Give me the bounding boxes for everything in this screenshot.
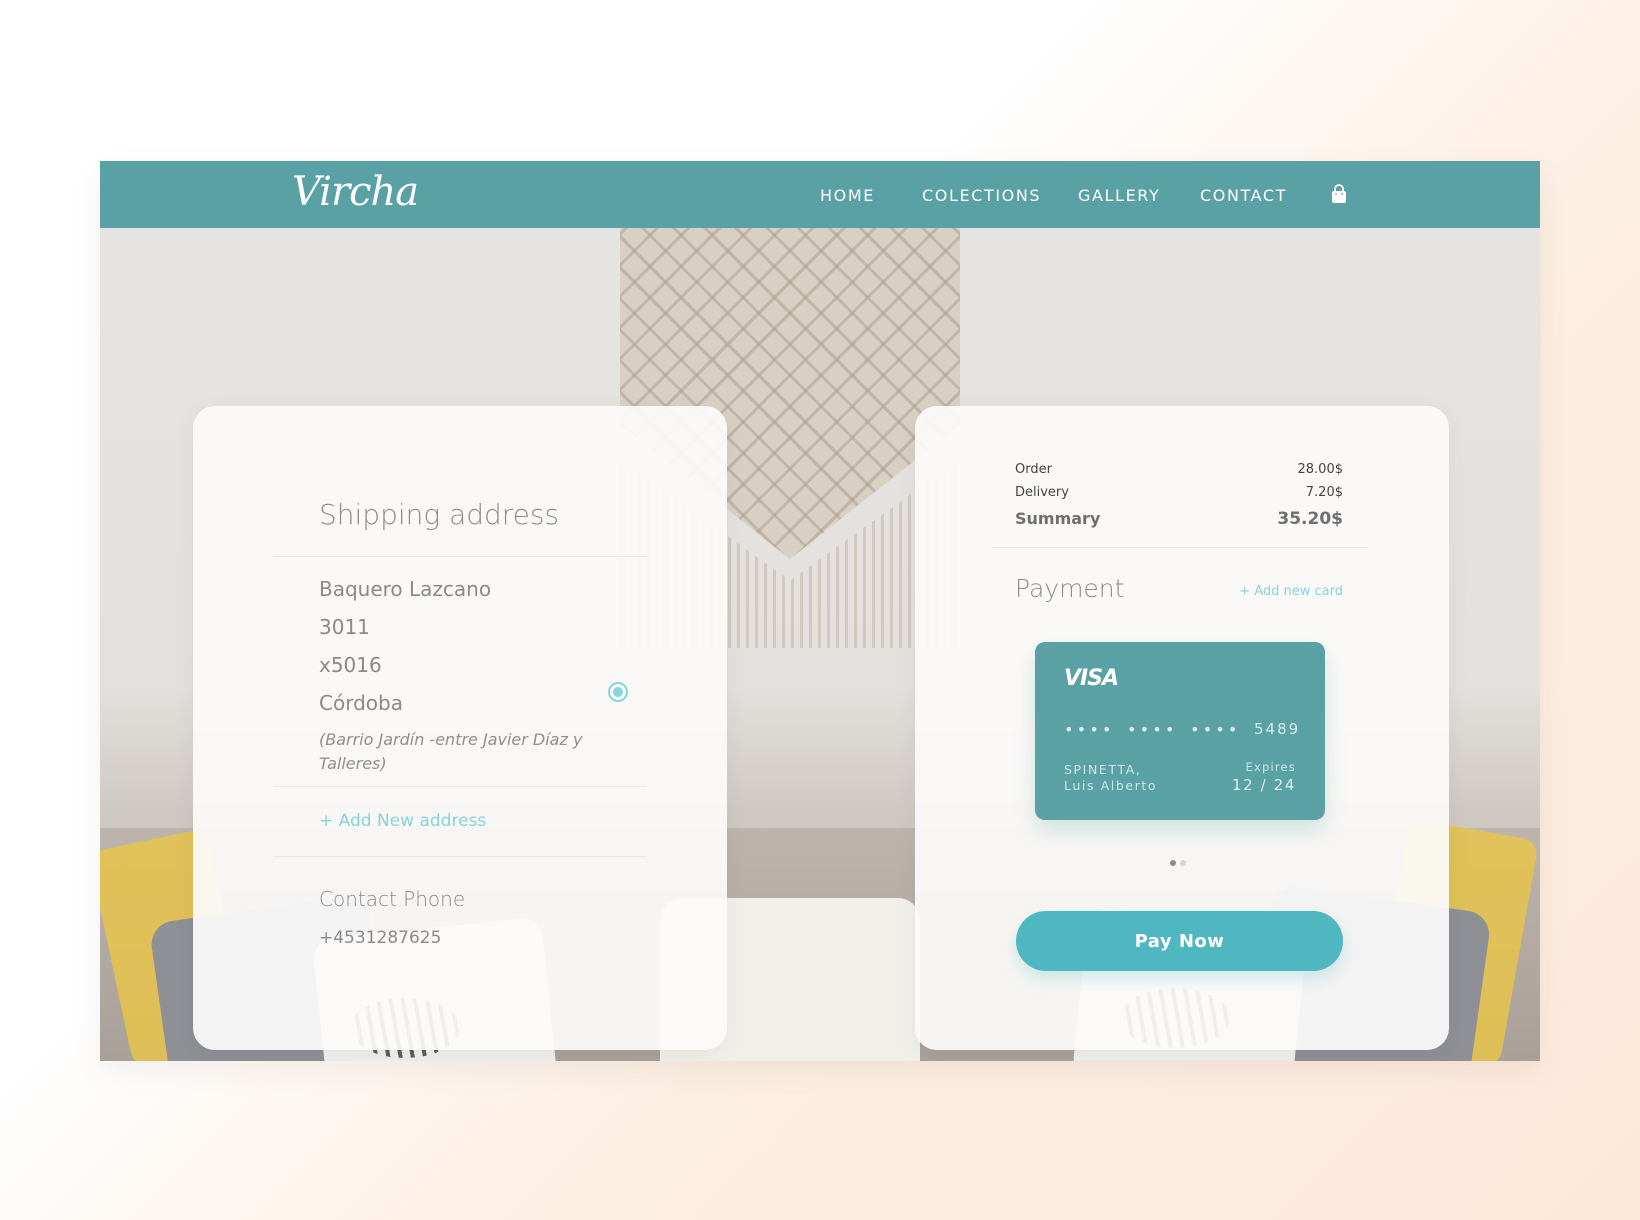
nav-colections[interactable]: COLECTIONS xyxy=(922,186,1041,205)
hero-background: Shipping address Baquero Lazcano 3011 x5… xyxy=(100,228,1540,1061)
order-label: Order xyxy=(1015,462,1052,477)
card-masked-group: •••• xyxy=(1190,720,1241,739)
card-last-four: 5489 xyxy=(1254,720,1301,738)
nav-contact[interactable]: CONTACT xyxy=(1200,186,1287,205)
pay-now-button[interactable]: Pay Now xyxy=(1016,911,1343,971)
shopping-bag-icon[interactable] xyxy=(1329,184,1349,204)
radio-selected-icon[interactable] xyxy=(608,682,628,702)
nav-home[interactable]: HOME xyxy=(820,186,875,205)
card-expires-value: 12 / 24 xyxy=(1232,776,1296,794)
summary-value: 35.20$ xyxy=(1277,509,1343,529)
nav-gallery[interactable]: GALLERY xyxy=(1078,186,1160,205)
card-pager-dot[interactable] xyxy=(1180,860,1186,866)
divider xyxy=(273,856,647,857)
contact-phone-value: +4531287625 xyxy=(319,928,442,948)
shipping-panel: Shipping address Baquero Lazcano 3011 x5… xyxy=(193,406,727,1050)
divider xyxy=(273,786,647,787)
visa-card[interactable]: VISA •••• •••• •••• 5489 SPINETTA, Luis … xyxy=(1035,642,1325,820)
address-note: (Barrio Jardín -entre Javier Díaz y Tall… xyxy=(319,730,583,773)
divider xyxy=(273,556,647,557)
card-holder-line2: Luis Alberto xyxy=(1064,778,1158,793)
card-pager-dot-active[interactable] xyxy=(1170,860,1176,866)
card-holder-line1: SPINETTA, xyxy=(1064,762,1142,777)
delivery-row: Delivery 7.20$ xyxy=(1015,485,1343,500)
card-expires-label: Expires xyxy=(1245,760,1296,774)
add-new-address-link[interactable]: + Add New address xyxy=(319,811,486,831)
add-new-card-link[interactable]: + Add new card xyxy=(1239,584,1343,599)
delivery-label: Delivery xyxy=(1015,485,1069,500)
visa-logo: VISA xyxy=(1064,666,1119,691)
top-navbar: Vircha HOME COLECTIONS GALLERY CONTACT xyxy=(100,161,1540,228)
divider xyxy=(992,547,1368,548)
payment-panel: Order 28.00$ Delivery 7.20$ Summary 35.2… xyxy=(915,406,1449,1050)
payment-title: Payment xyxy=(1015,574,1125,603)
address-street: Baquero Lazcano xyxy=(319,577,492,601)
card-masked-group: •••• xyxy=(1127,720,1178,739)
order-value: 28.00$ xyxy=(1297,462,1344,477)
order-row: Order 28.00$ xyxy=(1015,462,1343,477)
shipping-title: Shipping address xyxy=(319,498,560,531)
contact-phone-title: Contact Phone xyxy=(319,887,466,911)
address-number: 3011 xyxy=(319,615,370,639)
delivery-value: 7.20$ xyxy=(1305,485,1343,500)
app-frame: Shipping address Baquero Lazcano 3011 x5… xyxy=(100,161,1540,1061)
address-city: Córdoba xyxy=(319,691,403,715)
address-postal-code: x5016 xyxy=(319,653,382,677)
card-masked-group: •••• xyxy=(1064,720,1115,739)
summary-row: Summary 35.20$ xyxy=(1015,509,1343,529)
nav-links: HOME COLECTIONS GALLERY CONTACT xyxy=(100,161,1540,228)
summary-label: Summary xyxy=(1015,509,1101,528)
card-holder: SPINETTA, Luis Alberto xyxy=(1064,762,1157,794)
